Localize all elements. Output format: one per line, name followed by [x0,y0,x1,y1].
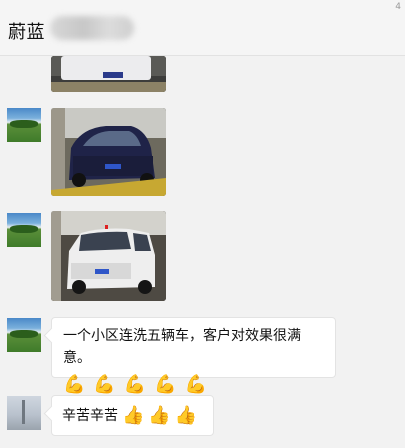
thumbs-up-icon: 👍 [122,404,145,426]
corner-mark: 4 [395,2,401,12]
message-image-2[interactable] [51,108,166,196]
flexed-biceps-icon: 💪 [63,374,86,395]
avatar[interactable] [7,108,41,142]
message-bubble[interactable]: 辛苦辛苦 👍 👍 👍 [51,395,214,436]
thumbs-up-icon: 👍 [174,404,198,426]
flexed-biceps-icon: 💪 [123,374,147,395]
chat-title: 蔚蓝 [8,22,45,43]
flexed-biceps-icon: 💪 [184,374,208,395]
emoji-row: 💪 💪 💪 💪 💪 [63,374,324,396]
message-image-1[interactable] [51,56,166,92]
avatar[interactable] [7,396,41,430]
avatar[interactable] [7,318,41,352]
message-image-3[interactable] [51,211,166,301]
message-text: 辛苦辛苦 [62,407,118,424]
message-text: 一个小区连洗五辆车，客户对效果很满意。 [63,328,301,366]
chat-header: 蔚蓝 4 [0,0,405,56]
flexed-biceps-icon: 💪 [154,374,177,395]
blurred-name [50,16,134,40]
flexed-biceps-icon: 💪 [93,374,116,395]
message-bubble[interactable]: 一个小区连洗五辆车，客户对效果很满意。 💪 💪 💪 💪 💪 [51,317,336,395]
avatar[interactable] [7,213,41,247]
thumbs-up-icon: 👍 [148,404,171,426]
